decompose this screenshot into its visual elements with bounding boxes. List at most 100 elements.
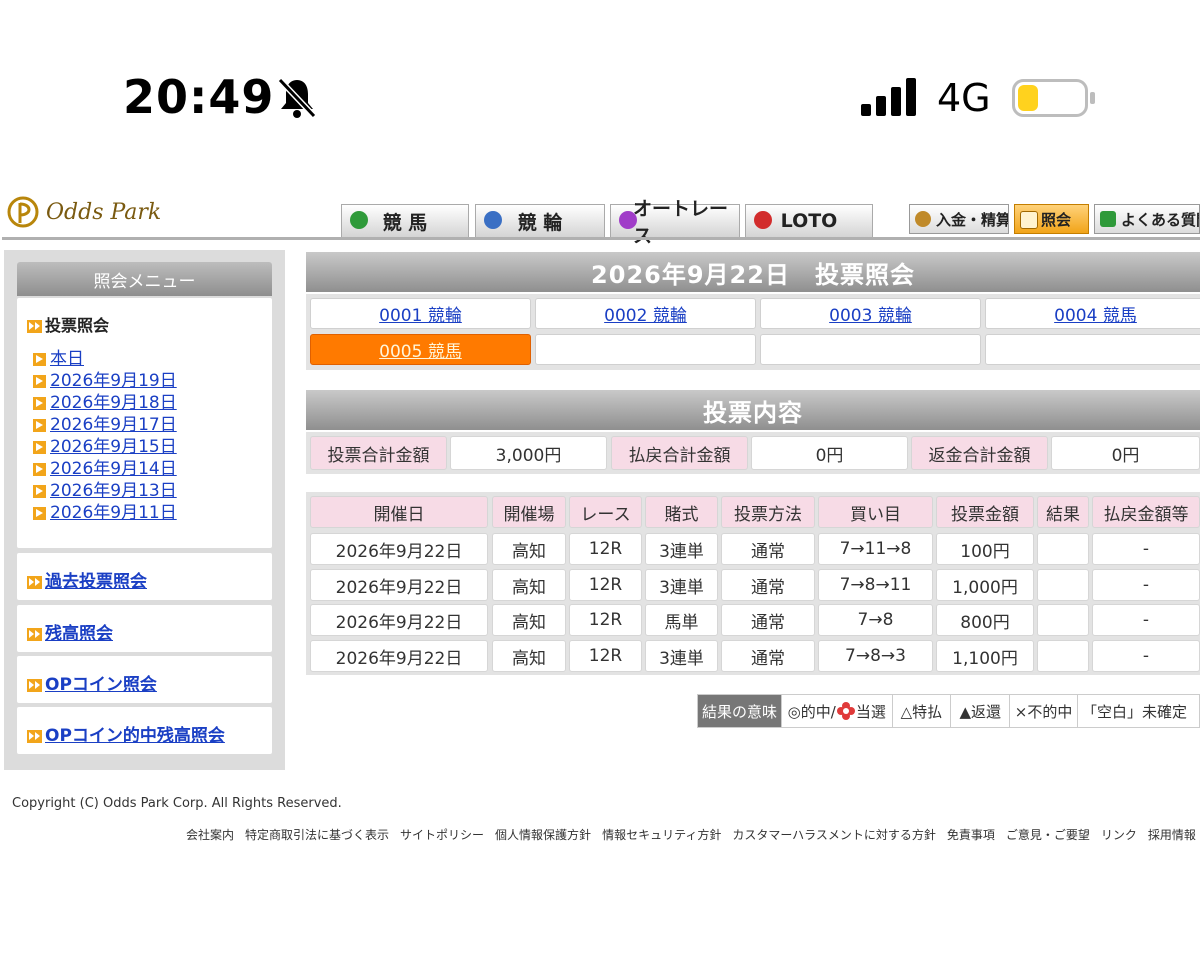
date-link[interactable]: 2026年9月15日 [50,437,177,457]
cell-bet-type: 3連単 [645,533,718,565]
cell-bet-type: 3連単 [645,569,718,601]
total-payout-value: 0円 [751,436,908,470]
cell-method: 通常 [721,569,815,601]
date-item: 本日 [33,348,177,370]
double-arrow-icon [27,729,42,743]
tab-loto[interactable]: LOTO [745,204,873,237]
footer-link[interactable]: 情報セキュリティ方針 [602,826,721,843]
cell-payout: - [1092,640,1200,672]
legend-miss: ×不的中 [1010,695,1078,727]
vote-slot-link[interactable]: 0002 競輪 [604,301,687,326]
col-header-payout: 払戻金額等 [1092,496,1200,528]
balance-inquiry-box: 残高照会 [17,605,272,652]
tab-autorace[interactable]: オートレース [610,198,740,247]
footer-link[interactable]: サイトポリシー [400,826,484,843]
arrow-icon [33,396,46,410]
cell-race: 12R [569,533,642,565]
vote-inquiry-heading: 投票照会 [27,312,109,336]
cell-method: 通常 [721,533,815,565]
footer-link[interactable]: 会社案内 [186,826,234,843]
date-link-today[interactable]: 本日 [50,349,84,369]
vote-slot-link[interactable]: 0003 競輪 [829,301,912,326]
result-legend: 結果の意味 ◎的中/ 当選 △特払 ▲返還 ×不的中 「空白」未確定 [697,694,1200,728]
tab-keirin[interactable]: 競 輪 [475,204,605,237]
cell-race: 12R [569,569,642,601]
bicycle-icon [484,211,502,229]
faq-button[interactable]: よくある質問 [1094,204,1200,234]
past-vote-inquiry-link[interactable]: 過去投票照会 [45,572,147,592]
legend-refund: ▲返還 [951,695,1011,727]
bell-muted-icon [277,77,317,119]
col-header-race: レース [569,496,642,528]
vote-slot-0002: 0002 競輪 [535,298,756,329]
cell-venue: 高知 [492,604,566,636]
cell-result [1037,640,1089,672]
header-divider [2,237,1200,240]
cell-selection: 7→8 [818,604,933,636]
cell-amount: 100円 [936,533,1034,565]
date-link[interactable]: 2026年9月13日 [50,481,177,501]
loto-icon [754,211,772,229]
footer-link[interactable]: 採用情報 [1148,826,1196,843]
page-title: 2026年9月22日 投票照会 [306,252,1200,292]
footer-link[interactable]: 個人情報保護方針 [495,826,591,843]
total-vote-label: 投票合計金額 [310,436,447,470]
arrow-icon [33,506,46,520]
total-refund-label: 返金合計金額 [911,436,1048,470]
cell-payout: - [1092,569,1200,601]
arrow-icon [33,352,46,366]
odds-park-logo[interactable]: Odds Park [6,195,161,229]
cell-date: 2026年9月22日 [310,533,488,565]
legend-special: △特払 [893,695,952,727]
cell-payout: - [1092,533,1200,565]
cell-selection: 7→8→11 [818,569,933,601]
cell-race: 12R [569,604,642,636]
footer-link[interactable]: カスタマーハラスメントに対する方針 [732,826,936,843]
arrow-icon [33,440,46,454]
tab-keiba[interactable]: 競 馬 [341,204,469,237]
date-link[interactable]: 2026年9月11日 [50,503,177,523]
deposit-settle-button[interactable]: 入金・精算 [909,204,1009,234]
footer-link[interactable]: ご意見・ご要望 [1006,826,1090,843]
copyright: Copyright (C) Odds Park Corp. All Rights… [12,796,342,811]
vote-content-title: 投票内容 [306,390,1200,430]
footer-link[interactable]: リンク [1101,826,1137,843]
vote-slot-link[interactable]: 0005 競馬 [379,337,462,362]
cell-result [1037,533,1089,565]
vote-slot-link[interactable]: 0004 競馬 [1054,301,1137,326]
cell-amount: 1,000円 [936,569,1034,601]
arrow-icon [33,418,46,432]
balance-inquiry-link[interactable]: 残高照会 [45,624,113,644]
vote-slot-0001: 0001 競輪 [310,298,531,329]
op-coin-hit-balance-link[interactable]: OPコイン的中残高照会 [45,726,225,746]
sidebar-title: 照会メニュー [17,262,272,296]
op-coin-inquiry-link[interactable]: OPコイン照会 [45,675,157,695]
network-type: 4G [937,76,991,120]
vote-slot-empty [535,334,756,365]
cell-selection: 7→8→3 [818,640,933,672]
footer-links: 会社案内 特定商取引法に基づく表示 サイトポリシー 個人情報保護方針 情報セキュリティ方… [186,826,1196,843]
op-coin-hit-balance-box: OPコイン的中残高照会 [17,707,272,754]
footer-link[interactable]: 特定商取引法に基づく表示 [245,826,389,843]
cell-venue: 高知 [492,533,566,565]
cell-race: 12R [569,640,642,672]
legend-hit: ◎的中/ 当選 [782,695,893,727]
date-item: 2026年9月14日 [33,458,177,480]
past-inquiry-box: 過去投票照会 [17,553,272,600]
vote-slot-empty [985,334,1200,365]
date-item: 2026年9月18日 [33,392,177,414]
date-link[interactable]: 2026年9月18日 [50,393,177,413]
cell-method: 通常 [721,604,815,636]
col-header-amount: 投票金額 [936,496,1034,528]
vote-slot-link[interactable]: 0001 競輪 [379,301,462,326]
signal-icon [861,78,916,116]
inquiry-button[interactable]: 照会 [1014,204,1089,234]
date-link[interactable]: 2026年9月14日 [50,459,177,479]
footer-link[interactable]: 免責事項 [947,826,995,843]
cell-venue: 高知 [492,569,566,601]
vote-slot-0005-selected: 0005 競馬 [310,334,531,365]
date-link[interactable]: 2026年9月17日 [50,415,177,435]
date-link[interactable]: 2026年9月19日 [50,371,177,391]
vote-slot-grid: 0001 競輪 0002 競輪 0003 競輪 0004 競馬 0005 競馬 [306,294,1200,370]
legend-title: 結果の意味 [698,695,783,727]
